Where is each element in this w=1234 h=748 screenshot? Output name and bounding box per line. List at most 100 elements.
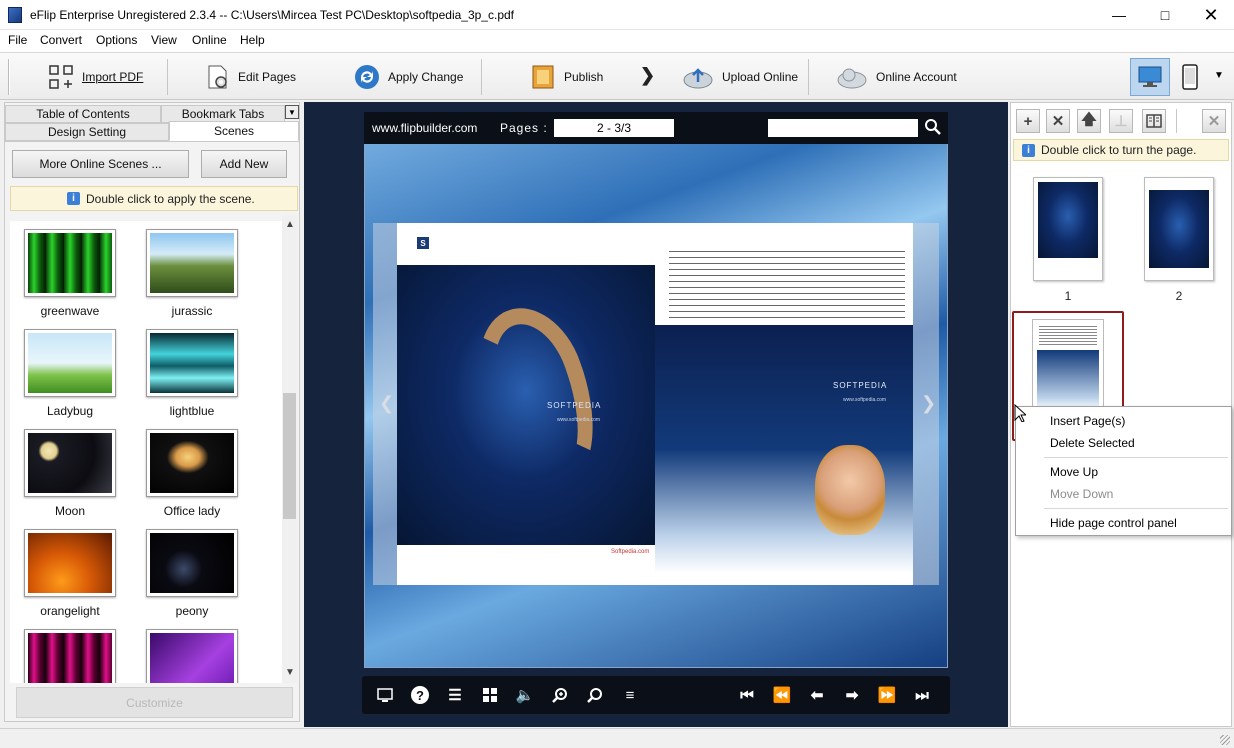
table-of-contents-icon[interactable]: ☰ [446,686,464,704]
upload-online-label: Upload Online [722,70,799,84]
scene-purple[interactable] [146,629,238,683]
scene-label: orangelight [40,604,100,618]
tab-table-of-contents[interactable]: Table of Contents [5,105,161,123]
menu-hide-page-control-panel[interactable]: Hide page control panel [1050,516,1177,530]
close-panel-icon[interactable]: ✕ [1202,109,1226,133]
menu-bar: File Convert Options View Online Help [0,30,1234,52]
page-number-1: 1 [1064,289,1072,303]
previous-page-icon[interactable]: ⏪ [773,686,792,704]
move-page-up-icon[interactable]: 🡅 [1077,109,1101,133]
menu-help[interactable]: Help [240,33,265,47]
search-input[interactable] [768,119,918,137]
s-rock-sculpture [461,293,617,497]
zoom-in-icon[interactable] [551,686,569,704]
two-page-view-icon[interactable] [1142,109,1166,133]
menu-move-down[interactable]: Move Down [1050,487,1113,501]
book-right-page: SOFTPEDIA www.softpedia.com [655,223,913,585]
menu-file[interactable]: File [8,33,27,47]
move-page-down-icon[interactable]: ⊥ [1109,109,1133,133]
menu-move-up[interactable]: Move Up [1050,465,1098,479]
page-thumbnail-1[interactable] [1033,177,1103,281]
import-pdf-label: Import PDF [82,70,144,84]
scrollbar-thumb[interactable] [283,393,296,519]
tab-scenes[interactable]: Scenes [169,121,299,141]
publish-button[interactable]: Publish [524,57,609,97]
online-account-button[interactable]: Online Account [830,57,963,97]
desktop-view-button[interactable] [1130,58,1170,96]
page-thumbnail-2[interactable] [1144,177,1214,281]
close-icon[interactable]: ✕ [1188,0,1234,30]
scene-peony[interactable]: peony [146,529,238,618]
window-title: eFlip Enterprise Unregistered 2.3.4 -- C… [30,8,514,22]
add-page-icon[interactable]: + [1016,109,1040,133]
fullscreen-icon[interactable] [376,686,394,704]
scene-scrollbar[interactable]: ▲ ▼ [282,215,297,683]
menu-convert[interactable]: Convert [40,33,82,47]
import-pdf-button[interactable]: Import PDF [42,57,149,97]
online-account-label: Online Account [876,70,957,84]
sound-icon[interactable]: 🔈 [516,686,535,704]
scene-orangelight[interactable]: orangelight [24,529,116,618]
maximize-icon[interactable]: □ [1142,0,1188,30]
customize-button[interactable]: Customize [16,687,293,718]
scene-hint: i Double click to apply the scene. [10,186,298,211]
scene-lightblue[interactable]: lightblue [146,329,238,418]
help-icon[interactable]: ? [411,686,429,704]
scroll-down-icon[interactable]: ▼ [285,667,295,678]
menu-online[interactable]: Online [192,33,227,47]
prev-page-arrow-icon[interactable]: ❮ [379,393,394,414]
tabs-dropdown-icon[interactable]: ▼ [285,105,299,119]
scene-label: peony [175,604,209,618]
page-hint: i Double click to turn the page. [1013,139,1229,161]
edit-pages-icon [204,64,230,90]
resize-grip-icon[interactable] [1220,735,1230,745]
last-page-icon[interactable]: ⏭ [913,686,931,704]
forward-icon[interactable]: ➡ [843,686,861,704]
status-bar [0,728,1234,748]
edit-pages-button[interactable]: Edit Pages [198,57,302,97]
page-number-2: 2 [1175,289,1183,303]
back-icon[interactable]: ⬅ [808,686,826,704]
menu-view[interactable]: View [151,33,177,47]
search-icon[interactable] [924,118,942,136]
scene-moon[interactable]: Moon [24,429,116,518]
page-number-field[interactable]: 2 - 3/3 [554,119,674,137]
search-book-icon[interactable] [586,686,604,704]
edit-pages-label: Edit Pages [238,70,297,84]
brand-url: www.softpedia.com [557,417,601,423]
tab-design-setting[interactable]: Design Setting [5,123,169,141]
scene-magenta[interactable] [24,629,116,683]
bookmark-list-icon[interactable]: ≡ [621,686,639,704]
menu-separator [1044,508,1228,509]
apply-change-icon [354,64,380,90]
left-page-image: SOFTPEDIA www.softpedia.com [397,265,655,545]
menu-insert-pages[interactable]: Insert Page(s) [1050,414,1125,428]
scene-label: jurassic [171,304,213,318]
delete-page-icon[interactable]: ✕ [1046,109,1070,133]
next-page-arrow-icon[interactable]: ❯ [921,393,936,414]
info-icon: i [67,192,80,205]
dropdown-arrow-icon[interactable]: ▼ [1214,70,1224,81]
upload-online-button[interactable]: Upload Online [676,57,804,97]
menu-delete-selected[interactable]: Delete Selected [1050,436,1135,450]
add-new-button[interactable]: Add New [201,150,287,178]
publish-icon [530,64,556,90]
apply-change-button[interactable]: Apply Change [348,57,469,97]
scene-greenwave[interactable]: greenwave [24,229,116,318]
first-page-icon[interactable]: ⏮ [738,686,756,704]
body-text-block [669,249,905,321]
scene-office-lady[interactable]: Office lady [146,429,238,518]
brand-text: SOFTPEDIA [547,401,602,410]
scene-ladybug[interactable]: Ladybug [24,329,116,418]
minimize-icon[interactable]: — [1096,0,1142,30]
scroll-up-icon[interactable]: ▲ [285,219,295,230]
logo-badge: S [417,237,429,249]
brand-url-right: www.softpedia.com [843,397,887,403]
more-online-scenes-button[interactable]: More Online Scenes ... [12,150,189,178]
menu-separator [1044,457,1228,458]
scene-jurassic[interactable]: jurassic [146,229,238,318]
next-page-icon[interactable]: ⏩ [878,686,897,704]
thumbnails-icon[interactable] [481,686,499,704]
mobile-view-button[interactable] [1176,61,1204,93]
menu-options[interactable]: Options [96,33,137,47]
